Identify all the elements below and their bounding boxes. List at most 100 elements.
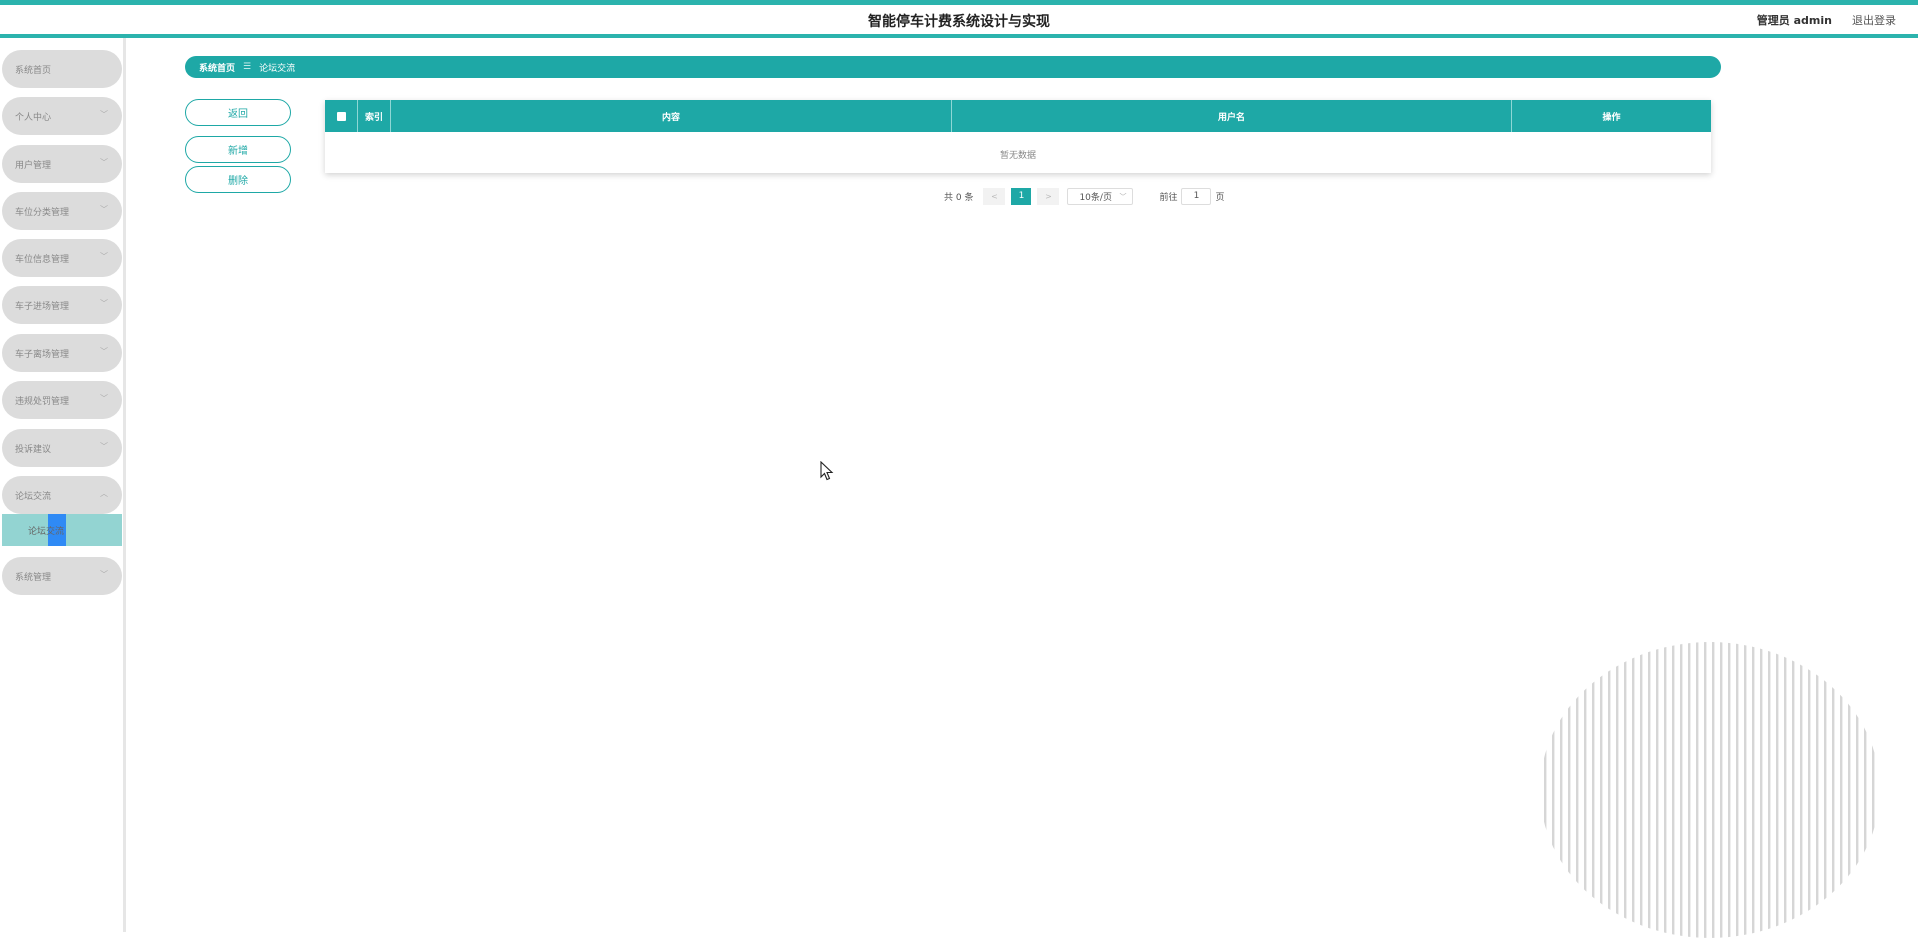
decorative-stripe bbox=[1616, 642, 1619, 938]
delete-button[interactable]: 删除 bbox=[185, 166, 291, 193]
logout-link[interactable]: 退出登录 bbox=[1852, 12, 1896, 28]
column-header-content[interactable]: 内容 bbox=[391, 100, 952, 132]
decorative-stripe bbox=[1656, 642, 1659, 938]
decorative-stripe bbox=[1872, 642, 1875, 938]
sidebar-item-violations[interactable]: 违规处罚管理 ﹀ bbox=[2, 381, 122, 419]
decorative-stripe bbox=[1552, 642, 1555, 938]
chevron-down-icon: ﹀ bbox=[100, 158, 108, 167]
decorative-stripe bbox=[1776, 642, 1779, 938]
sidebar-item-label: 车子离场管理 bbox=[15, 349, 70, 360]
sidebar-item-label: 车子进场管理 bbox=[15, 301, 70, 312]
page-size-value: 10条/页 bbox=[1079, 192, 1112, 203]
sidebar-subitem-label: 论坛交流 bbox=[28, 526, 65, 537]
decorative-stripe bbox=[1808, 642, 1811, 938]
decorative-stripe bbox=[1736, 642, 1739, 938]
breadcrumb: 系统首页 ☰ 论坛交流 bbox=[185, 56, 1721, 78]
add-button[interactable]: 新增 bbox=[185, 136, 291, 163]
prev-page-button[interactable]: < bbox=[983, 187, 1006, 205]
back-button[interactable]: 返回 bbox=[185, 99, 291, 126]
top-bar: 智能停车计费系统设计与实现 管理员 admin 退出登录 bbox=[0, 0, 1918, 38]
decorative-stripe bbox=[1768, 642, 1771, 938]
sidebar-item-profile[interactable]: 个人中心 ﹀ bbox=[2, 97, 122, 135]
next-page-button[interactable]: > bbox=[1037, 187, 1060, 205]
sidebar-item-system[interactable]: 系统管理 ﹀ bbox=[2, 557, 122, 595]
decorative-stripe bbox=[1816, 642, 1819, 938]
sidebar-item-label: 系统首页 bbox=[15, 65, 52, 76]
decorative-stripe bbox=[1848, 642, 1851, 938]
column-header-username[interactable]: 用户名 bbox=[952, 100, 1512, 132]
forum-table: 索引 内容 用户名 操作 暂无数据 bbox=[325, 100, 1711, 173]
decorative-stripe bbox=[1560, 642, 1563, 938]
chevron-down-icon: ﹀ bbox=[1119, 192, 1127, 201]
select-all-cell bbox=[325, 100, 358, 132]
decorative-stripe bbox=[1632, 642, 1635, 938]
select-all-checkbox[interactable] bbox=[336, 111, 346, 121]
sidebar-item-label: 个人中心 bbox=[15, 112, 52, 123]
current-user: 管理员 admin bbox=[1756, 14, 1832, 27]
decorative-stripe bbox=[1672, 642, 1675, 938]
breadcrumb-home[interactable]: 系统首页 bbox=[199, 61, 235, 74]
decorative-stripe bbox=[1744, 642, 1747, 938]
sidebar-subitem-forum[interactable]: 论坛交流 bbox=[2, 514, 122, 546]
column-header-index[interactable]: 索引 bbox=[358, 100, 391, 132]
sidebar-item-home[interactable]: 系统首页 bbox=[2, 50, 122, 88]
sidebar: 系统首页 个人中心 ﹀ 用户管理 ﹀ 车位分类管理 ﹀ 车位信息管理 ﹀ 车子进… bbox=[0, 38, 126, 932]
sidebar-item-label: 投诉建议 bbox=[15, 444, 52, 455]
page-suffix: 页 bbox=[1215, 192, 1225, 203]
header-divider bbox=[0, 34, 1918, 38]
chevron-down-icon: ﹀ bbox=[100, 205, 108, 214]
decorative-stripe bbox=[1800, 642, 1803, 938]
column-header-actions: 操作 bbox=[1602, 112, 1621, 123]
sidebar-item-users[interactable]: 用户管理 ﹀ bbox=[2, 145, 122, 183]
decorative-stripe bbox=[1608, 642, 1611, 938]
decorative-stripe bbox=[1840, 642, 1843, 938]
decorative-stripe bbox=[1712, 642, 1715, 938]
menu-icon: ☰ bbox=[243, 62, 252, 72]
sidebar-item-space-categories[interactable]: 车位分类管理 ﹀ bbox=[2, 192, 122, 230]
sidebar-item-forum[interactable]: 论坛交流 ︿ bbox=[2, 476, 122, 514]
decorative-stripe bbox=[1576, 642, 1579, 938]
decorative-stripe bbox=[1752, 642, 1755, 938]
chevron-down-icon: ﹀ bbox=[100, 570, 108, 579]
chevron-down-icon: ﹀ bbox=[100, 442, 108, 451]
decorative-stripe bbox=[1680, 642, 1683, 938]
chevron-down-icon: ﹀ bbox=[100, 252, 108, 261]
chevron-down-icon: ﹀ bbox=[100, 347, 108, 356]
decorative-stripe bbox=[1720, 642, 1723, 938]
chevron-down-icon: ﹀ bbox=[100, 110, 108, 119]
pagination: 共 0 条 < 1 > 10条/页 ﹀ 前往 页 bbox=[944, 187, 1224, 205]
decorative-stripe bbox=[1664, 642, 1667, 938]
decorative-stripe bbox=[1792, 642, 1795, 938]
decorative-stripe bbox=[1568, 642, 1571, 938]
sidebar-item-label: 违规处罚管理 bbox=[15, 396, 70, 407]
decorative-stripe bbox=[1624, 642, 1627, 938]
sidebar-item-car-exit[interactable]: 车子离场管理 ﹀ bbox=[2, 334, 122, 372]
decorative-stripe bbox=[1704, 642, 1707, 938]
decorative-stripe bbox=[1640, 642, 1643, 938]
mouse-cursor-icon bbox=[820, 461, 834, 481]
decorative-stripe bbox=[1728, 642, 1731, 938]
page-size-select[interactable]: 10条/页 ﹀ bbox=[1067, 187, 1134, 205]
table-header: 索引 内容 用户名 操作 bbox=[325, 100, 1711, 132]
sidebar-item-label: 论坛交流 bbox=[15, 491, 52, 502]
decorative-stripe bbox=[1584, 642, 1587, 938]
decorative-stripe bbox=[1648, 642, 1651, 938]
sidebar-item-space-info[interactable]: 车位信息管理 ﹀ bbox=[2, 239, 122, 277]
breadcrumb-current: 论坛交流 bbox=[259, 63, 296, 74]
sidebar-item-complaints[interactable]: 投诉建议 ﹀ bbox=[2, 429, 122, 467]
decorative-stripe bbox=[1760, 642, 1763, 938]
goto-label: 前往 bbox=[1159, 192, 1178, 203]
sidebar-item-label: 系统管理 bbox=[15, 572, 52, 583]
decorative-stripe bbox=[1600, 642, 1603, 938]
goto-page-input[interactable] bbox=[1181, 187, 1212, 205]
chevron-down-icon: ﹀ bbox=[100, 394, 108, 403]
decorative-stripe bbox=[1544, 642, 1547, 938]
decorative-stripe bbox=[1864, 642, 1867, 938]
decorative-stripe bbox=[1784, 642, 1787, 938]
sidebar-item-car-entry[interactable]: 车子进场管理 ﹀ bbox=[2, 286, 122, 324]
sidebar-item-label: 车位信息管理 bbox=[15, 254, 70, 265]
sidebar-item-label: 用户管理 bbox=[15, 160, 52, 171]
chevron-up-icon: ︿ bbox=[100, 489, 108, 498]
page-number-button[interactable]: 1 bbox=[1011, 187, 1032, 205]
app-title: 智能停车计费系统设计与实现 bbox=[868, 14, 1050, 30]
